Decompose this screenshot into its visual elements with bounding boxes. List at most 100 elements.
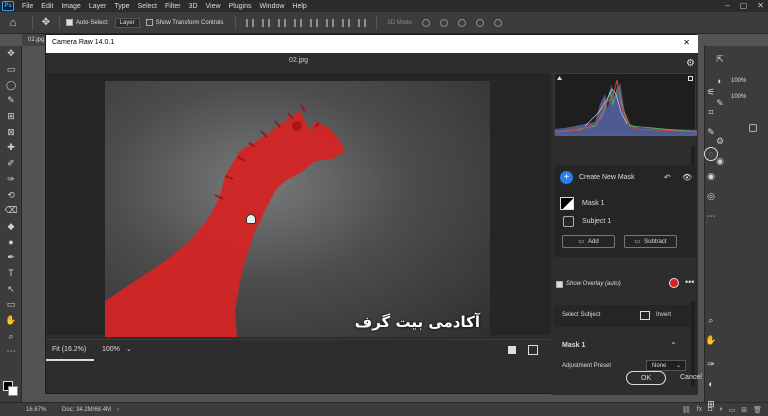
align-center-icon[interactable] bbox=[262, 18, 271, 27]
status-arrow-icon[interactable]: › bbox=[117, 407, 119, 413]
distribute-vertical-icon[interactable] bbox=[358, 18, 367, 27]
eye-icon[interactable]: 👁 bbox=[682, 173, 692, 182]
path-select-tool-icon[interactable]: ↖ bbox=[0, 281, 22, 297]
menu-item-filter[interactable]: Filter bbox=[161, 3, 185, 10]
fx-icon[interactable]: fx bbox=[697, 406, 702, 414]
marquee-tool-icon[interactable]: ▭ bbox=[0, 62, 22, 78]
more-tools-icon[interactable]: ⋯ bbox=[0, 344, 22, 360]
menu-item-3d[interactable]: 3D bbox=[185, 3, 202, 10]
gradient-tool-icon[interactable]: ◆ bbox=[0, 219, 22, 235]
red-eye-icon[interactable]: ◉ bbox=[704, 169, 718, 183]
menu-item-file[interactable]: File bbox=[18, 3, 37, 10]
3d-slide-icon[interactable] bbox=[476, 18, 485, 27]
cancel-button[interactable]: Cancel bbox=[680, 374, 702, 381]
component-list-item[interactable]: Subject 1 bbox=[560, 213, 688, 230]
trash-icon[interactable]: 🗑 bbox=[753, 406, 762, 414]
3d-scale-icon[interactable] bbox=[494, 18, 503, 27]
edit-icon[interactable]: ⚟ bbox=[704, 85, 718, 99]
menu-item-edit[interactable]: Edit bbox=[37, 3, 57, 10]
close-icon[interactable]: ✕ bbox=[757, 1, 764, 10]
brush-tool-icon[interactable]: ✑ bbox=[0, 172, 22, 188]
image-preview[interactable]: آکادمی بیت گرف bbox=[105, 81, 490, 337]
history-icon[interactable]: ⇱ bbox=[713, 52, 727, 66]
show-transform-checkbox[interactable] bbox=[145, 19, 153, 26]
grid-icon[interactable]: ⊞ bbox=[704, 397, 718, 411]
quick-select-tool-icon[interactable]: ✎ bbox=[0, 93, 22, 109]
move-tool-icon[interactable]: ✥ bbox=[0, 46, 22, 62]
gear-icon[interactable]: ⚙ bbox=[686, 58, 695, 69]
heal-icon[interactable]: ✎ bbox=[704, 125, 718, 139]
collapse-icon[interactable]: ⌃ bbox=[670, 341, 677, 350]
invert-icon[interactable] bbox=[640, 311, 650, 320]
document-tab[interactable]: 02.jpg bbox=[22, 34, 46, 46]
fit-zoom-button[interactable]: Fit (16.2%) bbox=[52, 346, 86, 353]
create-new-mask-button[interactable]: + Create New Mask bbox=[560, 171, 635, 184]
move-tool-icon[interactable]: ✥ bbox=[39, 17, 53, 28]
before-after-icon[interactable] bbox=[528, 345, 538, 355]
zoom-100-button[interactable]: 100% bbox=[102, 346, 120, 353]
layer-select[interactable]: Layer bbox=[114, 17, 140, 28]
crop-icon[interactable]: ⌗ bbox=[704, 105, 718, 119]
adjustment-icon[interactable]: ◑ bbox=[718, 406, 722, 414]
3d-orbit-icon[interactable] bbox=[422, 18, 431, 27]
dialog-close-icon[interactable]: ✕ bbox=[683, 38, 690, 47]
color-sampler-icon[interactable]: ✑ bbox=[704, 357, 718, 371]
mask-list-item[interactable]: Mask 1 bbox=[560, 195, 688, 212]
align-top-icon[interactable] bbox=[294, 18, 303, 27]
add-button[interactable]: ▭ Add bbox=[562, 235, 615, 248]
frame-tool-icon[interactable]: ⊠ bbox=[0, 124, 22, 140]
align-middle-icon[interactable] bbox=[310, 18, 319, 27]
subtract-button[interactable]: ▭ Subtract bbox=[624, 235, 677, 248]
3d-pan-icon[interactable] bbox=[458, 18, 467, 27]
adjustment-preset-select[interactable]: None ⌄ bbox=[646, 360, 686, 371]
type-tool-icon[interactable]: T bbox=[0, 266, 22, 282]
history-brush-icon[interactable]: ⟲ bbox=[0, 187, 22, 203]
blur-tool-icon[interactable]: ● bbox=[0, 234, 22, 250]
menu-item-type[interactable]: Type bbox=[110, 3, 133, 10]
more-options-icon[interactable]: ••• bbox=[685, 277, 694, 287]
distribute-icon[interactable] bbox=[342, 18, 351, 27]
menu-item-select[interactable]: Select bbox=[134, 3, 161, 10]
masking-icon[interactable]: ◌ bbox=[704, 147, 718, 161]
zoom-icon[interactable]: ⌕ bbox=[704, 313, 718, 327]
hand-icon[interactable]: ✋ bbox=[704, 333, 718, 347]
opacity-value[interactable]: 100% bbox=[731, 78, 746, 84]
crop-tool-icon[interactable]: ⊞ bbox=[0, 109, 22, 125]
menu-item-layer[interactable]: Layer bbox=[85, 3, 111, 10]
menu-item-help[interactable]: Help bbox=[288, 3, 310, 10]
menu-item-window[interactable]: Window bbox=[256, 3, 289, 10]
zoom-tool-icon[interactable]: ⌕ bbox=[0, 328, 22, 344]
align-left-icon[interactable] bbox=[246, 18, 255, 27]
more-image-icon[interactable]: ⋯ bbox=[704, 209, 718, 223]
highlight-clipping-icon[interactable] bbox=[688, 76, 693, 81]
shape-tool-icon[interactable]: ▭ bbox=[0, 297, 22, 313]
invert-label[interactable]: Invert bbox=[656, 312, 671, 318]
fill-value[interactable]: 100% bbox=[731, 94, 746, 100]
menu-item-image[interactable]: Image bbox=[57, 3, 84, 10]
healing-tool-icon[interactable]: ✐ bbox=[0, 156, 22, 172]
hand-tool-icon[interactable]: ✋ bbox=[0, 313, 22, 329]
folder-icon[interactable]: ▭ bbox=[729, 406, 736, 414]
menu-item-plugins[interactable]: Plugins bbox=[225, 3, 256, 10]
presets-icon[interactable]: ◎ bbox=[704, 189, 718, 203]
eraser-tool-icon[interactable]: ⌫ bbox=[0, 203, 22, 219]
auto-select-checkbox[interactable] bbox=[66, 19, 73, 26]
menu-item-view[interactable]: View bbox=[202, 3, 225, 10]
lasso-tool-icon[interactable]: ◯ bbox=[0, 77, 22, 93]
eyedropper-tool-icon[interactable]: ✚ bbox=[0, 140, 22, 156]
status-zoom[interactable]: 16.67% bbox=[26, 407, 50, 413]
background-color-swatch[interactable] bbox=[8, 386, 18, 396]
ok-button[interactable]: OK bbox=[626, 371, 666, 385]
lock-icon[interactable] bbox=[749, 124, 757, 132]
align-right-icon[interactable] bbox=[278, 18, 287, 27]
toggle-overlay-icon[interactable]: ◐ bbox=[704, 377, 718, 391]
new-layer-icon[interactable]: ⊞ bbox=[741, 406, 747, 414]
pen-tool-icon[interactable]: ✒ bbox=[0, 250, 22, 266]
align-bottom-icon[interactable] bbox=[326, 18, 335, 27]
overlay-color-swatch[interactable] bbox=[669, 278, 679, 288]
mask-properties-header[interactable]: Mask 1 ⌃ bbox=[554, 339, 691, 353]
reset-mask-icon[interactable]: ↶ bbox=[664, 173, 671, 182]
filmstrip-icon[interactable] bbox=[508, 346, 516, 354]
link-icon[interactable]: ⛓ bbox=[682, 406, 691, 414]
3d-roll-icon[interactable] bbox=[440, 18, 449, 27]
